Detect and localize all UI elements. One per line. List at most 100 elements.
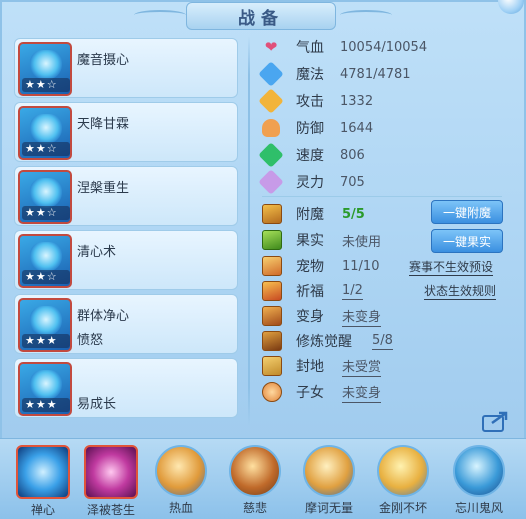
heart-icon: ❤ xyxy=(264,38,278,56)
skill-stars: ★★★ xyxy=(22,334,70,348)
feature-row-transform: 变身 未变身 xyxy=(262,304,382,328)
title-ornament-left xyxy=(134,10,186,20)
feature-label: 附魔 xyxy=(296,207,324,223)
skill-icon: ★★★ xyxy=(18,362,72,416)
hot-blood-icon xyxy=(155,445,207,497)
bottom-skill-label: 金刚不坏 xyxy=(378,501,427,515)
maha-infinite-icon xyxy=(303,445,355,497)
stat-value: 705 xyxy=(340,174,365,190)
skill-name: 魔音摄心 xyxy=(77,53,130,68)
feature-value[interactable]: 未受赏 xyxy=(342,356,382,377)
skill-card[interactable]: ★★★ 群体净心 愤怒 xyxy=(14,294,238,354)
stat-value: 1332 xyxy=(340,93,374,109)
stat-label: 魔法 xyxy=(296,67,324,83)
speed-icon xyxy=(258,142,284,168)
skill-icon: ★★☆ xyxy=(18,106,72,160)
stat-value: 806 xyxy=(340,147,365,163)
feature-row-awaken: 修炼觉醒 5/8 xyxy=(262,329,393,353)
benevolence-icon xyxy=(84,445,138,499)
panel-title: 战备 xyxy=(186,2,336,30)
feature-value: 5/5 xyxy=(342,206,365,222)
feature-value[interactable]: 5/8 xyxy=(372,333,393,350)
transform-icon xyxy=(262,306,282,326)
stat-row-defense: 防御 1644 xyxy=(260,115,373,141)
bottom-skill-label: 泽被苍生 xyxy=(86,503,135,517)
fruit-icon xyxy=(262,230,282,250)
ghost-wind-icon xyxy=(453,445,505,497)
fief-icon xyxy=(262,356,282,376)
stat-row-mp: 魔法 4781/4781 xyxy=(258,61,411,87)
bottom-skill-label: 慈悲 xyxy=(242,501,267,515)
stat-value: 4781/4781 xyxy=(340,66,411,82)
stat-label: 速度 xyxy=(296,148,324,164)
stat-value: 10054/10054 xyxy=(340,39,428,55)
bottom-skill-bar: 禅心 泽被苍生 热血 慈悲 摩诃无量 金刚不坏 忘川鬼风 xyxy=(0,438,526,519)
stat-label: 灵力 xyxy=(296,175,324,191)
skill-card[interactable]: ★★★ 易成长 xyxy=(14,358,238,418)
enchant-icon xyxy=(262,204,282,224)
feature-row-enchant: 附魔 5/5 xyxy=(262,202,365,226)
stats-separator xyxy=(262,196,502,197)
feature-value: 11/10 xyxy=(342,258,380,274)
stat-row-speed: 速度 806 xyxy=(258,142,365,168)
stat-label: 气血 xyxy=(296,40,324,56)
stat-row-attack: 攻击 1332 xyxy=(258,88,374,114)
one-click-fruit-button[interactable]: 一键果实 xyxy=(431,229,503,253)
one-click-enchant-button[interactable]: 一键附魔 xyxy=(431,200,503,224)
skill-stars: ★★★ xyxy=(22,398,70,412)
feature-value: 未使用 xyxy=(342,234,382,250)
feature-row-fruit: 果实 未使用 xyxy=(262,228,381,252)
feature-label: 封地 xyxy=(296,359,324,375)
skill-stars: ★★☆ xyxy=(22,142,70,156)
skill-card[interactable]: ★★☆ 涅槃重生 xyxy=(14,166,238,226)
skill-sub: 愤怒 xyxy=(77,333,104,348)
bottom-skill[interactable]: 金刚不坏 xyxy=(372,445,434,516)
feature-label: 变身 xyxy=(296,309,324,325)
event-preset-link[interactable]: 赛事不生效预设 xyxy=(409,258,494,276)
share-icon[interactable] xyxy=(482,410,510,432)
defense-icon xyxy=(260,117,282,139)
skill-stars: ★★☆ xyxy=(22,78,70,92)
pet-icon xyxy=(262,256,282,276)
feature-row-child: 子女 未变身 xyxy=(262,380,382,404)
bottom-skill[interactable]: 禅心 xyxy=(12,445,74,518)
bottom-skill[interactable]: 泽被苍生 xyxy=(80,445,142,518)
bottom-skill-label: 摩诃无量 xyxy=(304,501,353,515)
feature-label: 子女 xyxy=(296,385,324,401)
compassion-icon xyxy=(229,445,281,497)
skill-card[interactable]: ★★☆ 魔音摄心 xyxy=(14,38,238,98)
skill-name: 群体净心 xyxy=(77,309,130,324)
feature-label: 宠物 xyxy=(296,259,324,275)
stat-row-spirit: 灵力 705 xyxy=(258,169,365,195)
vertical-divider xyxy=(248,36,250,426)
bottom-skill[interactable]: 忘川鬼风 xyxy=(448,445,510,516)
spirit-icon xyxy=(258,169,284,195)
bottom-skill[interactable]: 慈悲 xyxy=(224,445,286,516)
feature-row-fief: 封地 未受赏 xyxy=(262,354,382,378)
vajra-icon xyxy=(377,445,429,497)
skill-name: 清心术 xyxy=(77,245,117,260)
feature-label: 修炼觉醒 xyxy=(296,334,352,350)
skill-stars: ★★☆ xyxy=(22,206,70,220)
feature-value[interactable]: 1/2 xyxy=(342,283,363,300)
bottom-skill[interactable]: 摩诃无量 xyxy=(298,445,360,516)
status-rules-link[interactable]: 状态生效规则 xyxy=(424,282,497,300)
skill-name: 涅槃重生 xyxy=(77,181,130,196)
skill-sub: 易成长 xyxy=(77,397,117,412)
skill-card[interactable]: ★★☆ 天降甘霖 xyxy=(14,102,238,162)
stat-label: 防御 xyxy=(296,121,324,137)
feature-row-pet: 宠物 11/10 xyxy=(262,254,379,278)
skill-name: 天降甘霖 xyxy=(77,117,130,132)
mana-icon xyxy=(258,61,284,87)
skill-icon: ★★☆ xyxy=(18,42,72,96)
skill-card[interactable]: ★★☆ 清心术 xyxy=(14,230,238,290)
stat-row-hp: ❤ 气血 10054/10054 xyxy=(260,34,427,60)
feature-value[interactable]: 未变身 xyxy=(342,306,382,327)
bottom-skill[interactable]: 热血 xyxy=(150,445,212,516)
stat-label: 攻击 xyxy=(296,94,324,110)
bottom-skill-label: 热血 xyxy=(168,501,193,515)
feature-value[interactable]: 未变身 xyxy=(342,382,382,403)
zen-heart-icon xyxy=(16,445,70,499)
attack-icon xyxy=(258,88,284,114)
awaken-icon xyxy=(262,331,282,351)
